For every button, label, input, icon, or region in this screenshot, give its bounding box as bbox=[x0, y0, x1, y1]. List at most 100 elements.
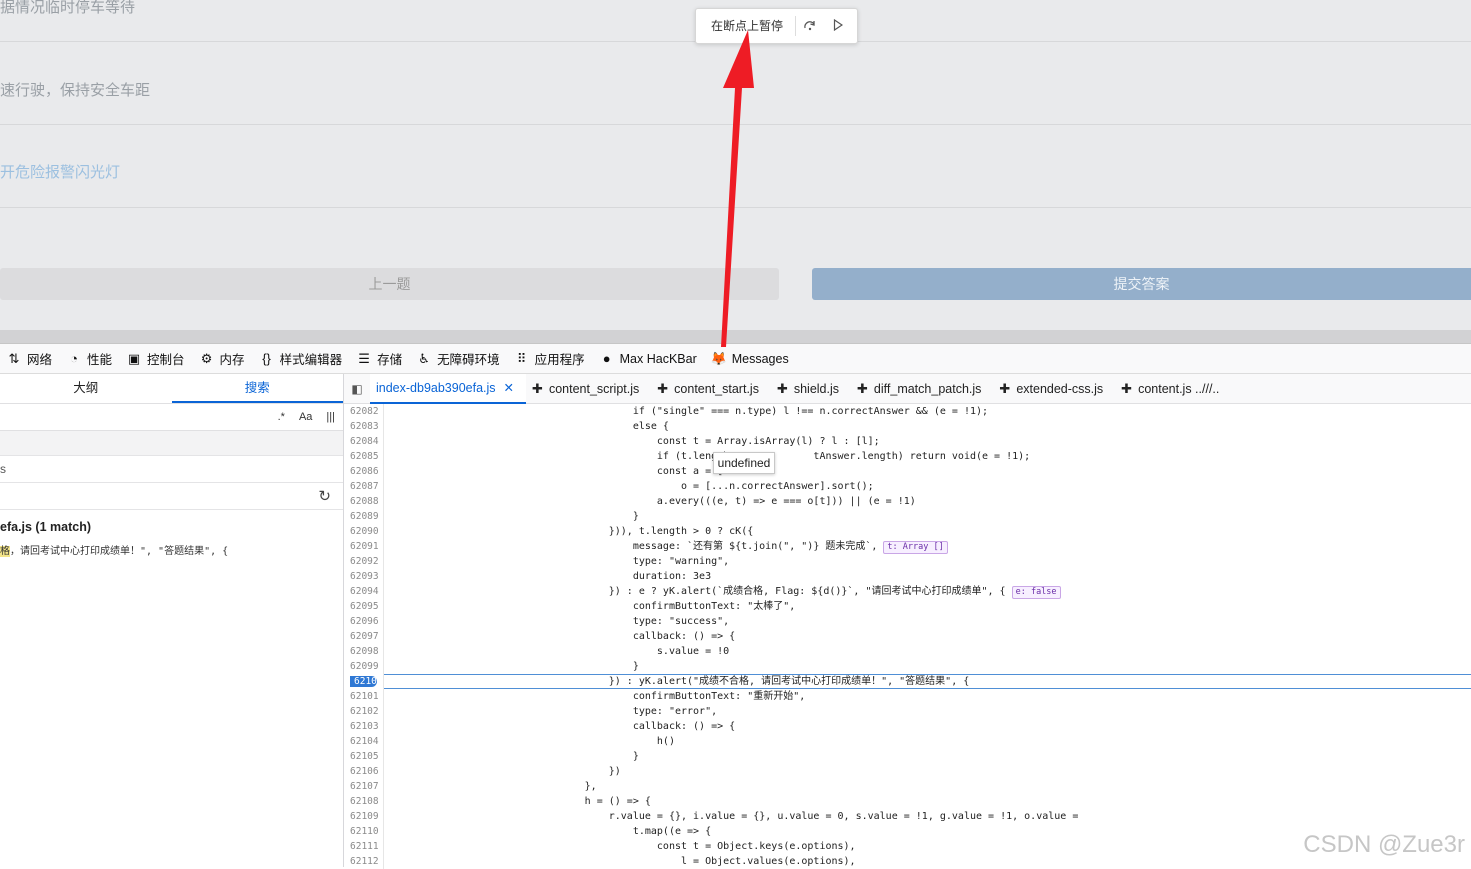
code-text: }) : yK.alert("成绩不合格, 请回考试中心打印成绩单！", "答题… bbox=[384, 674, 1471, 689]
code-line: 62089 } bbox=[344, 509, 1471, 524]
line-number[interactable]: 62111 bbox=[344, 839, 384, 854]
code-content: o = [...n.correctAnswer].sort(); bbox=[392, 481, 874, 492]
line-number[interactable]: 62086 bbox=[344, 464, 384, 479]
editor-tab[interactable]: ✚ shield.js bbox=[771, 374, 851, 404]
code-line: 62086 const a = [... bbox=[344, 464, 1471, 479]
line-number[interactable]: 62098 bbox=[344, 644, 384, 659]
line-number[interactable]: 62093 bbox=[344, 569, 384, 584]
line-number[interactable]: 62084 bbox=[344, 434, 384, 449]
line-number[interactable]: 62097 bbox=[344, 629, 384, 644]
line-number[interactable]: 62101 bbox=[344, 689, 384, 704]
regex-toggle[interactable]: .* bbox=[278, 411, 285, 423]
devtools-tab-2[interactable]: ▣控制台 bbox=[120, 344, 193, 374]
step-over-icon[interactable] bbox=[796, 18, 824, 34]
line-number[interactable]: 62095 bbox=[344, 599, 384, 614]
editor-tab[interactable]: ✚content.js ..///.. bbox=[1115, 374, 1231, 404]
code-content: confirmButtonText: "太棒了", bbox=[392, 601, 795, 612]
devtools-tab-8[interactable]: ●Max HacKBar bbox=[593, 344, 705, 374]
code-text: })), t.length > 0 ? cK({ bbox=[384, 524, 753, 539]
editor-tab-label: shield.js bbox=[794, 382, 839, 396]
line-number[interactable]: 62091 bbox=[344, 539, 384, 554]
line-number[interactable]: 62106 bbox=[344, 764, 384, 779]
option-1-text: 据情况临时停车等待 bbox=[0, 0, 135, 16]
extension-icon: ✚ bbox=[777, 381, 788, 397]
devtools-tab-7[interactable]: ⠿应用程序 bbox=[508, 344, 593, 374]
devtools-tab-icon: ◔ bbox=[66, 351, 82, 366]
code-text: confirmButtonText: "重新开始", bbox=[384, 689, 805, 704]
search-result-file[interactable]: efa.js (1 match) bbox=[0, 520, 343, 538]
search-result-match[interactable]: 格，请回考试中心打印成绩单！", "答题结果", { bbox=[0, 542, 343, 557]
line-number[interactable]: 62102 bbox=[344, 704, 384, 719]
tab-search[interactable]: 搜索 bbox=[172, 374, 344, 403]
editor-tab[interactable]: ✚extended-css.js bbox=[993, 374, 1115, 404]
editor-tab[interactable]: ✚diff_match_patch.js bbox=[851, 374, 993, 404]
code-line: 62109 r.value = {}, i.value = {}, u.valu… bbox=[344, 809, 1471, 824]
answer-option-3[interactable]: 开危险报警闪光灯 bbox=[0, 140, 1471, 208]
case-sensitive-toggle[interactable]: Aa bbox=[299, 411, 312, 423]
line-number[interactable]: 62110 bbox=[344, 824, 384, 839]
line-number[interactable]: 62092 bbox=[344, 554, 384, 569]
line-number[interactable]: 62103 bbox=[344, 719, 384, 734]
paused-on-breakpoint-overlay: 在断点上暂停 bbox=[695, 8, 858, 44]
line-number[interactable]: 62094 bbox=[344, 584, 384, 599]
pane-tabs: 大纲 搜索 bbox=[0, 374, 343, 404]
submit-answer-button[interactable]: 提交答案 bbox=[812, 268, 1471, 300]
web-page: 据情况临时停车等待 速行驶，保持安全车距 开危险报警闪光灯 上一题 提交答案 在… bbox=[0, 0, 1471, 330]
answer-option-2[interactable]: 速行驶，保持安全车距 bbox=[0, 58, 1471, 125]
line-number[interactable]: 62096 bbox=[344, 614, 384, 629]
editor-tab[interactable]: index-db9ab390efa.js✕ bbox=[370, 374, 526, 404]
code-text: if ("single" === n.type) l !== n.correct… bbox=[384, 404, 988, 419]
line-number[interactable]: 62090 bbox=[344, 524, 384, 539]
devtools-splitter[interactable] bbox=[0, 330, 1471, 344]
devtools-tab-0[interactable]: ⇅网络 bbox=[0, 344, 60, 374]
line-number[interactable]: 62087 bbox=[344, 479, 384, 494]
devtools-tab-9[interactable]: 🦊Messages bbox=[705, 344, 797, 374]
exclude-input[interactable]: s bbox=[0, 456, 343, 483]
line-number[interactable]: 62085 bbox=[344, 449, 384, 464]
editor-tab-label: content.js ..///.. bbox=[1138, 382, 1219, 396]
code-line: 62099 } bbox=[344, 659, 1471, 674]
refresh-icon[interactable]: ↻ bbox=[318, 487, 331, 505]
breakpoint-marker[interactable]: 6210 bbox=[350, 676, 377, 687]
code-line: 62085 if (t.length ! tAnswer.length) ret… bbox=[344, 449, 1471, 464]
line-number[interactable]: 62089 bbox=[344, 509, 384, 524]
tab-outline[interactable]: 大纲 bbox=[0, 374, 172, 403]
editor-tab[interactable]: ✚content_script.js bbox=[526, 374, 651, 404]
whole-word-toggle[interactable]: ||| bbox=[326, 411, 335, 423]
toggle-sidebar-icon[interactable]: ◧ bbox=[344, 382, 370, 396]
devtools-tab-3[interactable]: ⚙内存 bbox=[193, 344, 253, 374]
code-text: type: "success", bbox=[384, 614, 729, 629]
devtools-tab-5[interactable]: ☰存储 bbox=[350, 344, 410, 374]
line-number[interactable]: 62088 bbox=[344, 494, 384, 509]
match-highlight: 格 bbox=[0, 546, 10, 557]
code-text: r.value = {}, i.value = {}, u.value = 0,… bbox=[384, 809, 1078, 824]
devtools-tab-4[interactable]: {}样式编辑器 bbox=[253, 344, 351, 374]
devtools-tab-6[interactable]: ♿无障碍环境 bbox=[410, 344, 508, 374]
line-number[interactable]: 62105 bbox=[344, 749, 384, 764]
line-number[interactable]: 6210 bbox=[344, 674, 384, 689]
prev-question-button[interactable]: 上一题 bbox=[0, 268, 779, 300]
line-number[interactable]: 62108 bbox=[344, 794, 384, 809]
editor-tab-label: content_script.js bbox=[549, 382, 639, 396]
close-tab-icon[interactable]: ✕ bbox=[504, 380, 514, 395]
code-text: } bbox=[384, 509, 639, 524]
code-content: if ("single" === n.type) l !== n.correct… bbox=[392, 406, 988, 417]
line-number[interactable]: 62083 bbox=[344, 419, 384, 434]
line-number[interactable]: 62107 bbox=[344, 779, 384, 794]
line-number[interactable]: 62104 bbox=[344, 734, 384, 749]
resume-icon[interactable] bbox=[824, 18, 852, 34]
paused-label: 在断点上暂停 bbox=[696, 16, 796, 36]
code-content: type: "error", bbox=[392, 706, 717, 717]
editor-tab[interactable]: ✚content_start.js bbox=[651, 374, 771, 404]
code-text: h() bbox=[384, 734, 675, 749]
devtools-tab-label: 存储 bbox=[377, 349, 402, 368]
line-number[interactable]: 62099 bbox=[344, 659, 384, 674]
line-number[interactable]: 62082 bbox=[344, 404, 384, 419]
code-text: o = [...n.correctAnswer].sort(); bbox=[384, 479, 874, 494]
search-input[interactable] bbox=[0, 431, 343, 456]
line-number[interactable]: 62109 bbox=[344, 809, 384, 824]
inline-preview-badge: t: Array [] bbox=[883, 541, 947, 554]
devtools-tab-1[interactable]: ◔性能 bbox=[60, 344, 120, 374]
code-line: 62092 type: "warning", bbox=[344, 554, 1471, 569]
code-text: else { bbox=[384, 419, 669, 434]
